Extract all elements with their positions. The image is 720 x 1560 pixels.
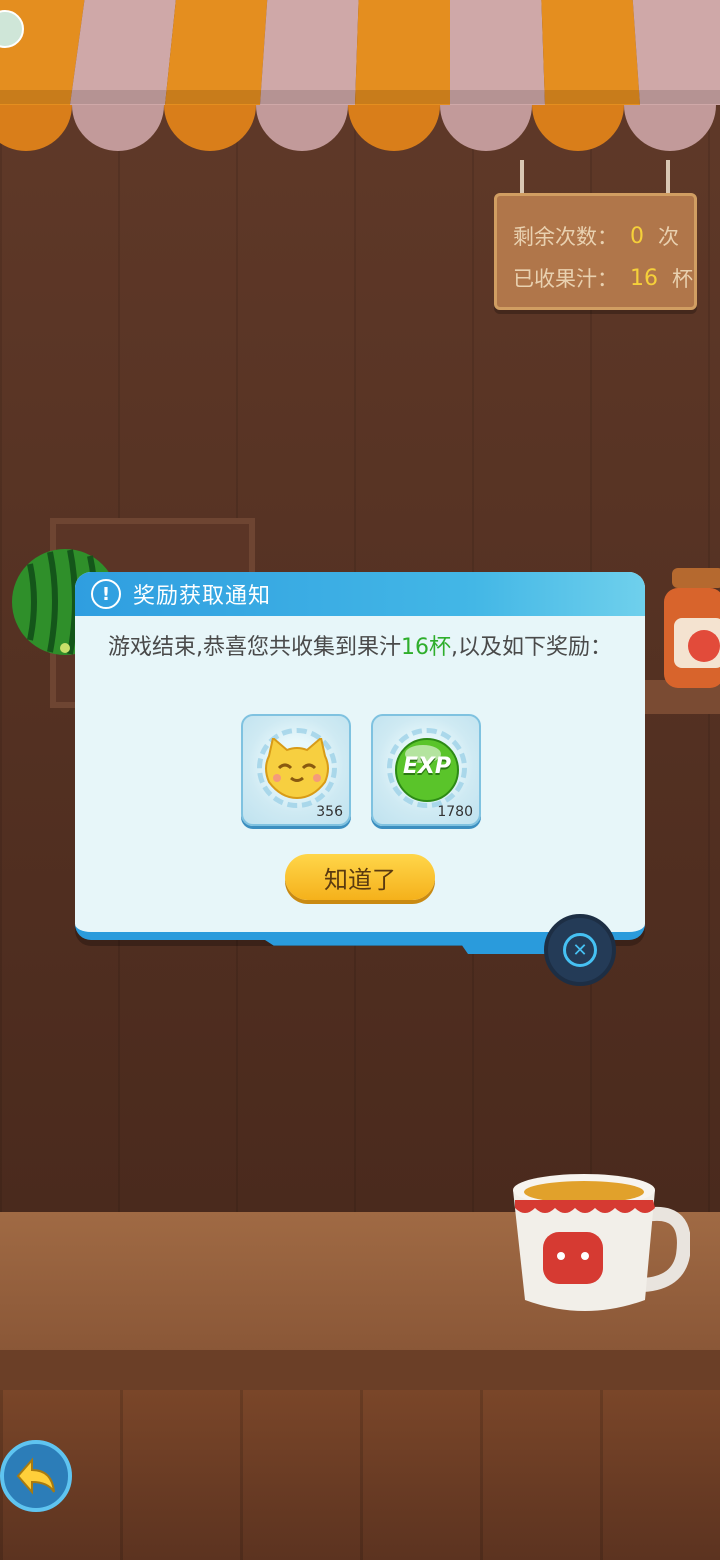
dialog-title: 奖励获取通知 bbox=[133, 584, 272, 609]
remaining-tries-row: 剩余次数： 0 次 bbox=[513, 218, 679, 254]
back-arrow-icon bbox=[16, 1457, 55, 1495]
jam-jar-icon bbox=[664, 568, 720, 688]
score-sign: 剩余次数： 0 次 已收果汁： 16 杯 bbox=[494, 193, 697, 310]
collected-juice-row: 已收果汁： 16 杯 bbox=[513, 260, 693, 296]
close-icon: ✕ bbox=[563, 933, 597, 967]
dialog-message: 游戏结束,恭喜您共收集到果汁16杯,以及如下奖励： bbox=[101, 630, 619, 666]
counter-front bbox=[0, 1390, 720, 1560]
collected-unit: 杯 bbox=[672, 267, 693, 291]
message-text: 游戏结束,恭喜您共收集到果汁 bbox=[108, 635, 401, 660]
cat-coin-icon bbox=[265, 738, 329, 800]
juice-cup-icon bbox=[513, 1174, 690, 1311]
remaining-value: 0 bbox=[630, 223, 644, 249]
reward-card-exp[interactable]: EXP 1780 bbox=[371, 714, 481, 826]
collected-label: 已收果汁： bbox=[513, 267, 618, 291]
coin-quantity: 356 bbox=[316, 804, 343, 820]
exclamation-icon: ! bbox=[91, 579, 121, 609]
back-button[interactable] bbox=[0, 1440, 72, 1512]
shop-awning bbox=[0, 0, 720, 151]
sign-rope bbox=[666, 160, 670, 196]
reward-dialog: ! 奖励获取通知 游戏结束,恭喜您共收集到果汁16杯,以及如下奖励： 356 E… bbox=[75, 572, 645, 940]
sign-rope bbox=[520, 160, 524, 196]
exp-quantity: 1780 bbox=[437, 804, 473, 820]
remaining-unit: 次 bbox=[658, 225, 679, 249]
close-dialog-button[interactable]: ✕ bbox=[544, 914, 616, 986]
counter-edge bbox=[0, 1350, 720, 1390]
reward-card-coin[interactable]: 356 bbox=[241, 714, 351, 826]
exp-label: EXP bbox=[402, 754, 452, 779]
remaining-label: 剩余次数： bbox=[513, 225, 618, 249]
message-highlight: 16杯 bbox=[401, 635, 451, 660]
ok-button[interactable]: 知道了 bbox=[285, 854, 435, 900]
message-text-end: ,以及如下奖励： bbox=[451, 635, 612, 660]
dialog-header: ! 奖励获取通知 bbox=[75, 572, 645, 616]
collected-value: 16 bbox=[630, 265, 658, 291]
